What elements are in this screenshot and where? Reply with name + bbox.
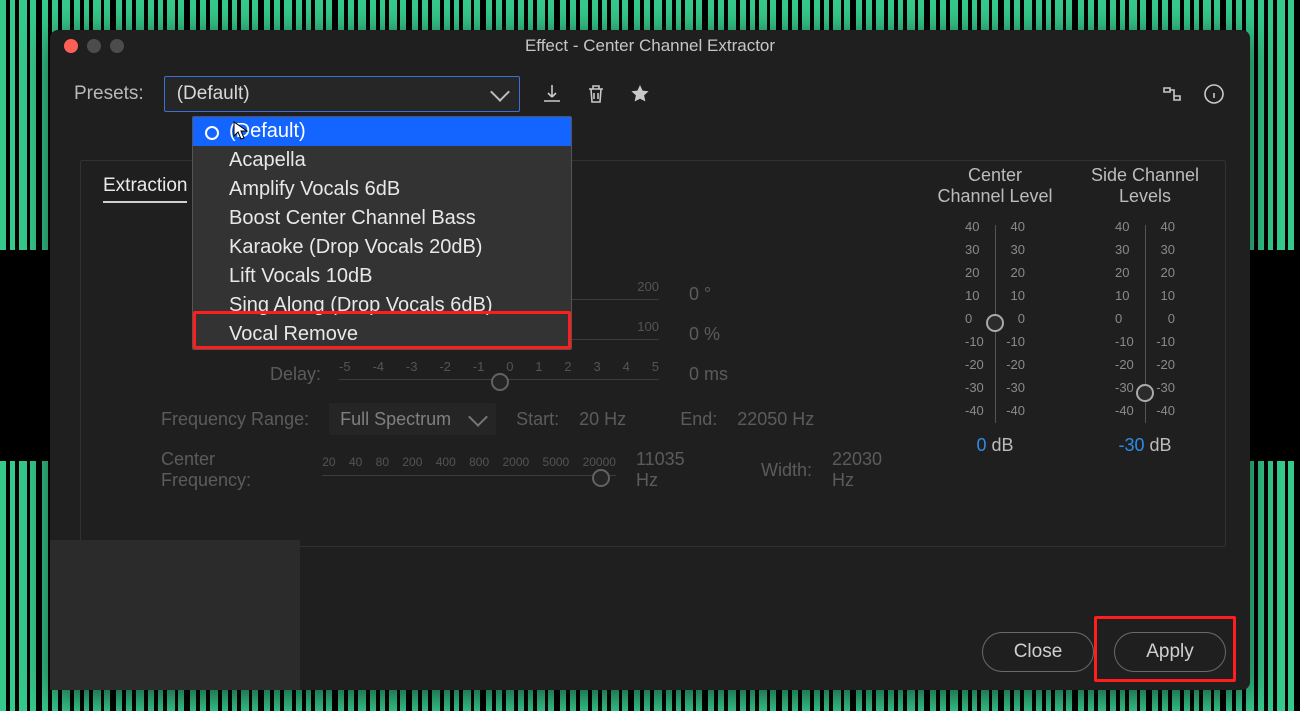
freq-end-label: End:	[680, 409, 717, 430]
side-channel-slider[interactable]: 404030302020101000-10-10-20-20-30-30-40-…	[1115, 219, 1175, 429]
freq-range-value: Full Spectrum	[340, 409, 451, 430]
presets-toolbar: Presets: (Default)	[50, 62, 1250, 118]
preset-option-default[interactable]: (Default)	[193, 117, 571, 146]
freq-range-label: Frequency Range:	[161, 409, 309, 430]
center-freq-slider[interactable]: 2040802004008002000500020000	[322, 455, 616, 485]
preset-option-label: Karaoke (Drop Vocals 20dB)	[229, 236, 482, 258]
occluded-region	[50, 540, 300, 690]
maximize-window-button[interactable]	[110, 39, 124, 53]
chevron-down-icon	[490, 82, 510, 102]
delay-value[interactable]: 0 ms	[659, 364, 779, 385]
presets-dropdown[interactable]: (Default)	[164, 76, 520, 112]
phase-value[interactable]: 0 °	[659, 284, 779, 305]
side-db-unit: dB	[1144, 435, 1171, 455]
favorite-icon[interactable]	[628, 82, 652, 106]
center-channel-level-column: Center Channel Level 404030302020101000-…	[925, 165, 1065, 456]
center-title2: Channel Level	[925, 186, 1065, 207]
width-label: Width:	[761, 460, 812, 481]
minimize-window-button[interactable]	[87, 39, 101, 53]
freq-start-label: Start:	[516, 409, 559, 430]
cursor-icon	[233, 121, 249, 141]
preset-option-boost-center-channel-bass[interactable]: Boost Center Channel Bass	[193, 204, 571, 233]
close-window-button[interactable]	[64, 39, 78, 53]
window-title: Effect - Center Channel Extractor	[525, 36, 775, 56]
center-db-unit: dB	[986, 435, 1013, 455]
delay-slider[interactable]: -5-4-3-2-1012345	[339, 359, 659, 389]
side-title2: Levels	[1075, 186, 1215, 207]
freq-end-value[interactable]: 22050 Hz	[737, 409, 814, 430]
freq-start-value[interactable]: 20 Hz	[579, 409, 626, 430]
preset-option-lift-vocals-10db[interactable]: Lift Vocals 10dB	[193, 262, 571, 291]
close-button-label: Close	[1014, 641, 1063, 663]
close-button[interactable]: Close	[982, 632, 1094, 672]
info-icon[interactable]	[1202, 82, 1226, 106]
presets-label: Presets:	[74, 83, 144, 105]
preset-option-label: Lift Vocals 10dB	[229, 265, 372, 287]
preset-option-amplify-vocals-6db[interactable]: Amplify Vocals 6dB	[193, 175, 571, 204]
center-freq-label: Center Frequency:	[161, 449, 302, 491]
side-db-value[interactable]: -30	[1118, 435, 1144, 455]
presets-selected-value: (Default)	[177, 83, 250, 105]
chevron-down-icon	[468, 407, 488, 427]
center-db-value[interactable]: 0	[976, 435, 986, 455]
pan-value[interactable]: 0 %	[659, 324, 779, 345]
titlebar: Effect - Center Channel Extractor	[50, 30, 1250, 62]
preset-option-label: Boost Center Channel Bass	[229, 207, 476, 229]
center-channel-slider[interactable]: 404030302020101000-10-10-20-20-30-30-40-…	[965, 219, 1025, 429]
preset-option-acapella[interactable]: Acapella	[193, 146, 571, 175]
tab-extraction-label: Extraction	[103, 175, 187, 196]
effect-dialog: Effect - Center Channel Extractor Preset…	[50, 30, 1250, 690]
preset-option-karaoke-drop-vocals-20db[interactable]: Karaoke (Drop Vocals 20dB)	[193, 233, 571, 262]
routing-icon[interactable]	[1160, 82, 1184, 106]
tab-extraction[interactable]: Extraction	[103, 175, 187, 203]
highlight-apply-button	[1094, 616, 1236, 682]
delay-label: Delay:	[161, 364, 339, 385]
preset-option-label: Acapella	[229, 149, 306, 171]
center-freq-value[interactable]: 11035 Hz	[636, 449, 708, 491]
width-value[interactable]: 22030 Hz	[832, 449, 905, 491]
freq-range-dropdown[interactable]: Full Spectrum	[329, 403, 496, 435]
preset-option-label: Amplify Vocals 6dB	[229, 178, 400, 200]
highlight-vocal-remove	[193, 311, 571, 349]
side-channel-levels-column: Side Channel Levels 404030302020101000-1…	[1075, 165, 1215, 456]
window-controls	[64, 39, 124, 53]
center-title1: Center	[925, 165, 1065, 186]
side-title1: Side Channel	[1075, 165, 1215, 186]
save-preset-icon[interactable]	[540, 82, 564, 106]
delete-preset-icon[interactable]	[584, 82, 608, 106]
presets-dropdown-list: (Default) Acapella Amplify Vocals 6dB Bo…	[192, 116, 572, 350]
